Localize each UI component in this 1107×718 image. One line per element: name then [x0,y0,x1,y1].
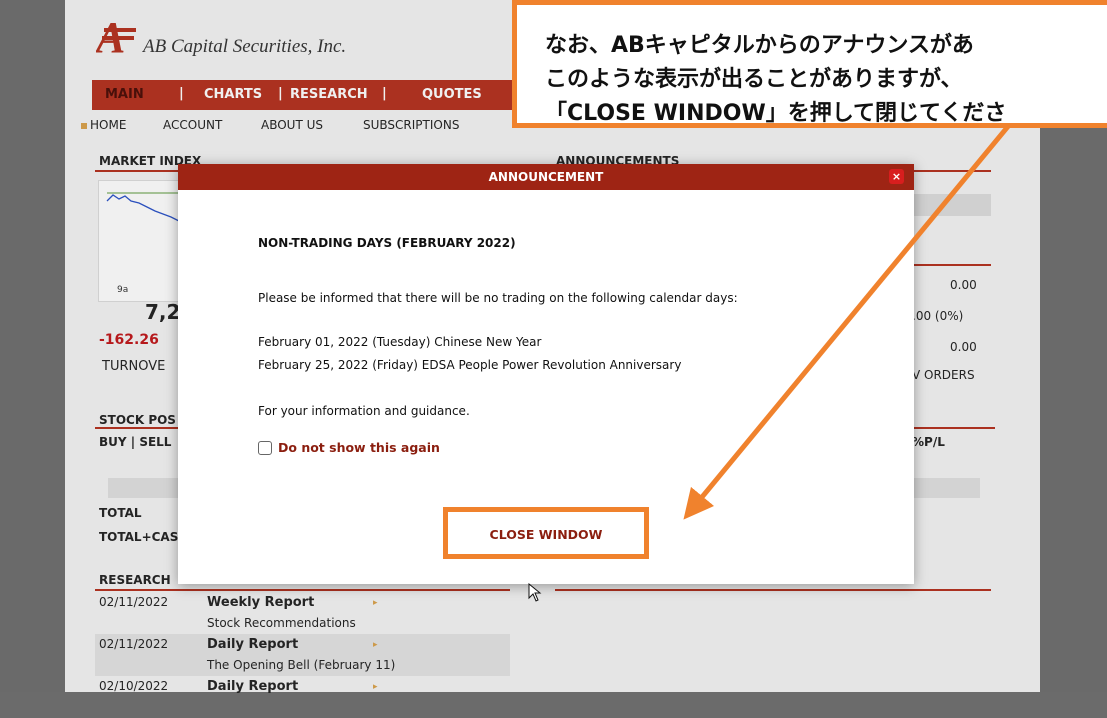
callout-line: このような表示が出ることがありますが、 [545,67,963,92]
mouse-cursor-icon [528,583,542,602]
callout-line: 「CLOSE WINDOW」を押して閉じてくださ [545,101,1007,126]
instruction-callout: なお、ABキャピタルからのアナウンスがあ このような表示が出ることがありますが、… [512,0,1107,128]
callout-line: なお、ABキャピタルからのアナウンスがあ [545,33,974,58]
